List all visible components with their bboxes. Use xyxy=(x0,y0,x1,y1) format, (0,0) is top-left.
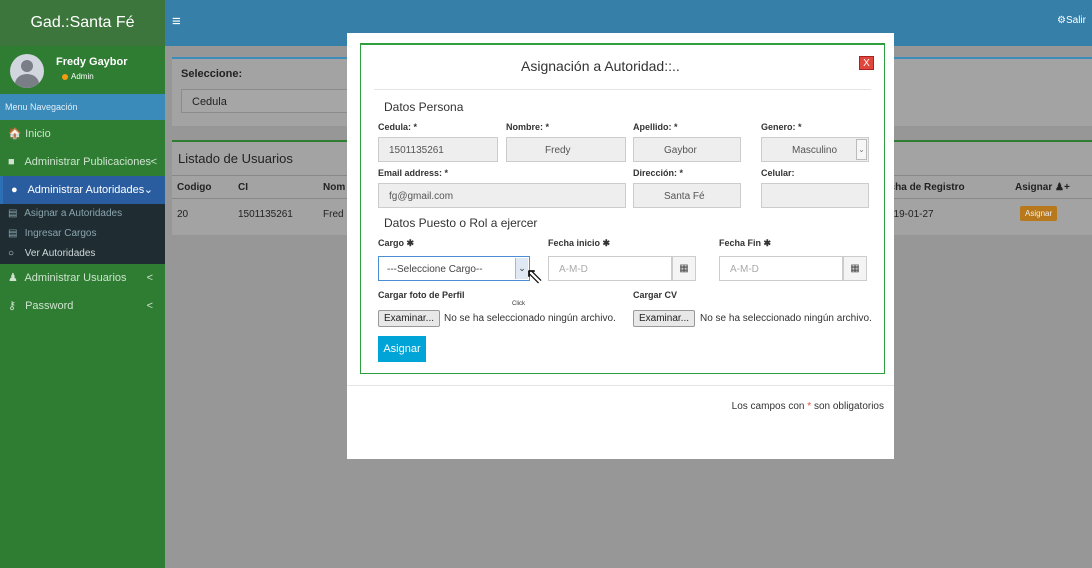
sidebar-item-label: Inicio xyxy=(25,128,51,140)
add-user-icon: ♟+ xyxy=(1052,182,1070,193)
assign-row-button[interactable]: Asignar xyxy=(1020,206,1058,221)
chevron-left-icon: < xyxy=(150,156,157,168)
apellido-label: Apellido: * xyxy=(633,122,678,132)
fecha-inicio-label: Fecha inicio ✱ xyxy=(548,238,611,248)
fecha-inicio-input[interactable]: A-M-D xyxy=(548,256,672,281)
fecha-fin-label: Fecha Fin ✱ xyxy=(719,238,772,248)
sidebar-subitem-label: Asignar a Autoridades xyxy=(24,208,123,219)
list-icon: ▤ xyxy=(8,208,18,219)
assign-modal: Asignación a Autoridad::.. X Datos Perso… xyxy=(347,33,894,459)
cedula-label: Cedula: * xyxy=(378,122,418,132)
edit-icon: ■ xyxy=(8,156,15,168)
list-icon: ▤ xyxy=(8,228,18,239)
cedula-field[interactable]: 1501135261 xyxy=(378,137,498,162)
user-role: Admin xyxy=(62,72,94,81)
cell-codigo: 20 xyxy=(177,209,189,220)
menu-toggle-icon[interactable]: ≡ xyxy=(172,13,181,30)
search-type-select[interactable]: Cedula xyxy=(181,89,351,113)
user-panel: Fredy Gaybor Admin xyxy=(0,46,165,94)
cell-fecha: 019-01-27 xyxy=(888,209,934,220)
cargo-label: Cargo ✱ xyxy=(378,238,415,248)
apellido-field[interactable]: Gaybor xyxy=(633,137,741,162)
section-title-persona: Datos Persona xyxy=(384,100,464,114)
sidebar-item-password[interactable]: ⚷ Password < xyxy=(0,292,165,320)
sidebar-item-inicio[interactable]: 🏠 Inicio xyxy=(0,120,165,148)
sidebar-item-usuarios[interactable]: ♟ Administrar Usuarios < xyxy=(0,264,165,292)
divider xyxy=(374,89,871,90)
column-header: CI xyxy=(238,182,248,193)
close-button[interactable]: X xyxy=(859,56,874,70)
column-header: Asignar ♟+ xyxy=(1015,182,1070,193)
sidebar: Fredy Gaybor Admin Menu Navegación 🏠 Ini… xyxy=(0,46,165,568)
nombre-field[interactable]: Fredy xyxy=(506,137,626,162)
cv-file-status: No se ha seleccionado ningún archivo. xyxy=(700,313,872,324)
user-icon: ♟ xyxy=(8,272,18,284)
sidebar-subitem-cargos[interactable]: ▤ Ingresar Cargos xyxy=(0,224,165,244)
foto-label: Cargar foto de Perfil xyxy=(378,290,465,300)
sidebar-item-autoridades[interactable]: ● Administrar Autoridades ⌄ xyxy=(0,176,165,204)
user-name: Fredy Gaybor xyxy=(56,56,128,68)
chevron-down-icon[interactable]: ⌄ xyxy=(856,139,867,160)
sidebar-subitem-label: Ver Autoridades xyxy=(24,248,96,259)
genero-select[interactable]: Masculino xyxy=(761,137,869,162)
genero-label: Genero: * xyxy=(761,122,802,132)
foto-browse-button[interactable]: Examinar... xyxy=(378,310,441,327)
cv-label: Cargar CV xyxy=(633,290,678,300)
home-icon: 🏠 xyxy=(8,128,22,140)
direccion-field[interactable]: Santa Fé xyxy=(633,183,741,208)
cv-browse-button[interactable]: Examinar... xyxy=(633,310,696,327)
select-label: Seleccione: xyxy=(181,68,243,80)
mouse-cursor-icon: ⇖ xyxy=(525,263,544,288)
chevron-left-icon: < xyxy=(146,300,153,312)
calendar-icon[interactable]: ▦ xyxy=(672,256,696,281)
nombre-label: Nombre: * xyxy=(506,122,550,132)
cargo-select[interactable]: ---Seleccione Cargo-- xyxy=(378,256,530,281)
sidebar-subitem-ver[interactable]: ○ Ver Autoridades xyxy=(0,244,165,264)
column-header: Nom xyxy=(323,182,346,193)
asignar-submit-button[interactable]: Asignar xyxy=(378,336,426,362)
direccion-label: Dirección: * xyxy=(633,168,684,178)
menu-header: Menu Navegación xyxy=(0,94,165,120)
fecha-fin-input[interactable]: A-M-D xyxy=(719,256,843,281)
column-header: echa de Registro xyxy=(884,182,965,193)
avatar xyxy=(10,54,44,88)
sidebar-item-label: Password xyxy=(25,300,74,312)
column-header: Codigo xyxy=(177,182,212,193)
cell-ci: 1501135261 xyxy=(238,209,293,220)
celular-label: Celular: xyxy=(761,168,795,178)
email-label: Email address: * xyxy=(378,168,449,178)
modal-title: Asignación a Autoridad::.. xyxy=(521,58,680,74)
cell-nombre: Fred xyxy=(323,209,344,220)
celular-field[interactable] xyxy=(761,183,869,208)
sidebar-item-label: Administrar Usuarios xyxy=(24,272,127,284)
app-logo[interactable]: Gad.:Santa Fé xyxy=(0,0,165,46)
key-icon: ⚷ xyxy=(8,300,17,312)
section-title-puesto: Datos Puesto o Rol a ejercer xyxy=(384,216,538,230)
required-fields-note: Los campos con * son obligatorios xyxy=(731,401,884,412)
submenu-autoridades: ▤ Asignar a Autoridades ▤ Ingresar Cargo… xyxy=(0,204,165,264)
foto-file-status: No se ha seleccionado ningún archivo. xyxy=(444,313,616,324)
chevron-down-icon: ⌄ xyxy=(143,184,153,196)
dashboard-icon: ● xyxy=(11,184,18,196)
sidebar-item-label: Administrar Publicaciones xyxy=(24,156,152,168)
sidebar-subitem-label: Ingresar Cargos xyxy=(24,228,97,239)
sidebar-subitem-asignar[interactable]: ▤ Asignar a Autoridades xyxy=(0,204,165,224)
divider xyxy=(347,385,894,386)
modal-form-box: Asignación a Autoridad::.. X Datos Perso… xyxy=(360,43,885,374)
click-hint: Click xyxy=(512,301,525,307)
calendar-icon[interactable]: ▦ xyxy=(843,256,867,281)
sidebar-item-publicaciones[interactable]: ■ Administrar Publicaciones < xyxy=(0,148,165,176)
circle-icon: ○ xyxy=(8,248,15,259)
chevron-left-icon: < xyxy=(146,272,153,284)
email-field[interactable]: fg@gmail.com xyxy=(378,183,626,208)
list-title: Listado de Usuarios xyxy=(178,151,293,166)
logout-button[interactable]: ⚙Salir xyxy=(1057,15,1086,26)
sidebar-item-label: Administrar Autoridades xyxy=(27,184,145,196)
